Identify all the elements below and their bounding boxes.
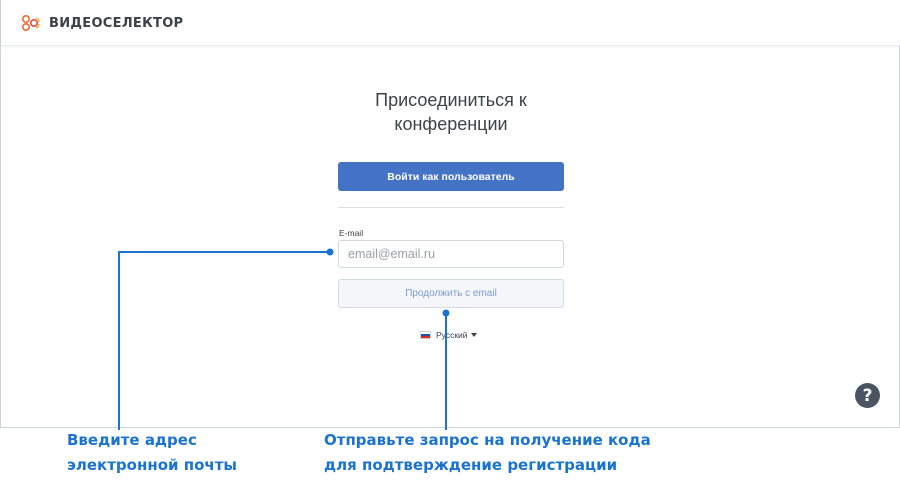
- callout-continue-line-2: для подтверждение регистрации: [324, 456, 618, 474]
- callout-email-text: Введите адрес электронной почты: [67, 428, 237, 478]
- brand-logo[interactable]: ВИДЕОСЕЛЕКТОР: [21, 14, 183, 32]
- callout-email-line-1: Введите адрес: [67, 431, 197, 449]
- email-label: E-mail: [339, 228, 364, 238]
- page-title-line-1: Присоединиться к: [375, 90, 527, 110]
- language-label: Русский: [436, 330, 468, 340]
- russian-flag-icon: [420, 331, 431, 339]
- callout-email-line-2: электронной почты: [67, 456, 237, 474]
- videoselector-logo-icon: [21, 14, 40, 32]
- app-window: ВИДЕОСЕЛЕКТОР Присоединиться к конференц…: [0, 0, 900, 428]
- language-selector[interactable]: Русский: [420, 330, 477, 340]
- help-button[interactable]: ?: [855, 383, 880, 408]
- login-as-user-button[interactable]: Войти как пользователь: [338, 162, 564, 191]
- brand-name: ВИДЕОСЕЛЕКТОР: [49, 15, 184, 31]
- divider: [338, 207, 564, 208]
- continue-with-email-button[interactable]: Продолжить с email: [338, 279, 564, 308]
- help-icon: ?: [862, 385, 873, 406]
- top-bar: ВИДЕОСЕЛЕКТОР: [1, 0, 900, 46]
- caret-down-icon: [470, 333, 477, 337]
- callout-continue-text: Отправьте запрос на получение кода для п…: [324, 428, 651, 478]
- page-title-line-2: конференции: [394, 114, 508, 134]
- callout-continue-line-1: Отправьте запрос на получение кода: [324, 431, 651, 449]
- page-title: Присоединиться к конференции: [301, 88, 601, 136]
- email-input[interactable]: [338, 240, 564, 268]
